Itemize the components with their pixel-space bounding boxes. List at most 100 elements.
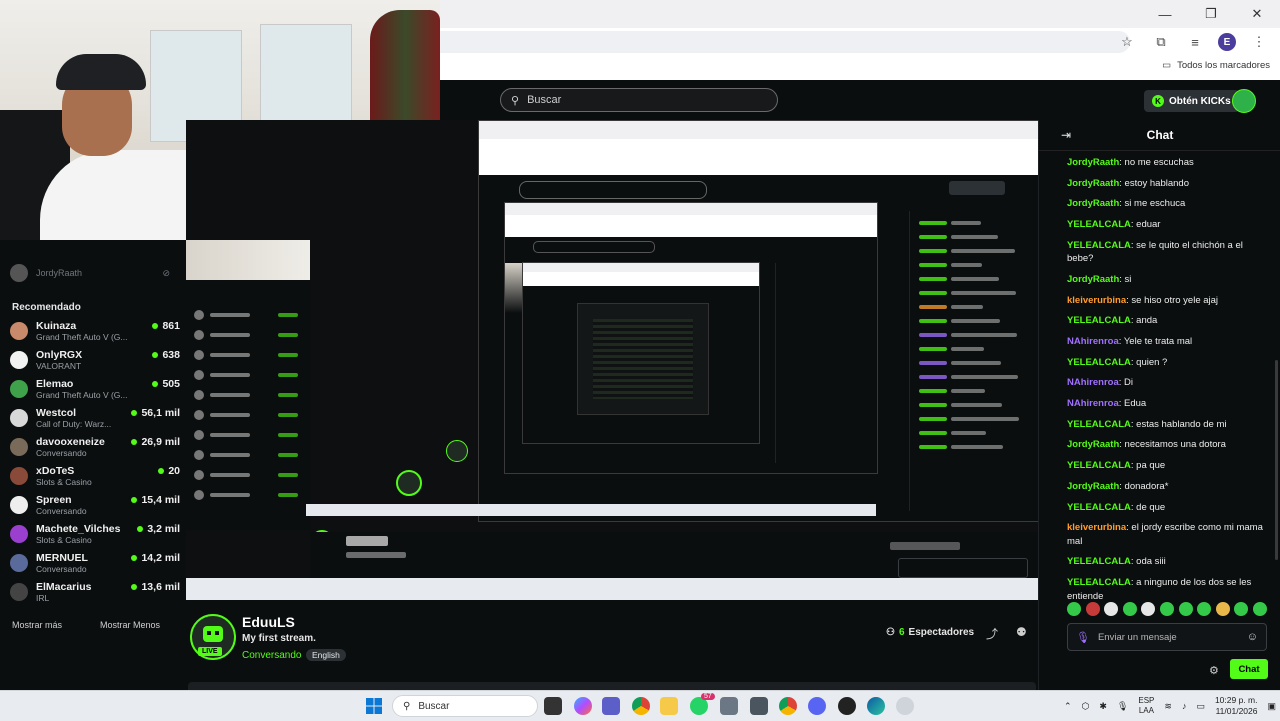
network-app-icon[interactable]: ⬡	[1082, 701, 1090, 712]
close-icon[interactable]: ✕	[1234, 0, 1280, 28]
channel-viewers: 20	[158, 465, 180, 477]
edge-icon[interactable]	[867, 697, 885, 715]
stream-category[interactable]: Conversando	[242, 650, 301, 661]
all-bookmarks[interactable]: ▭ Todos los marcadores	[1162, 60, 1270, 71]
url-field[interactable]	[440, 31, 1130, 53]
chat-input[interactable]: 🎙 Enviar un mensaje ☺	[1067, 623, 1267, 651]
clock[interactable]: 10:29 p. m. 11/01/2026	[1215, 695, 1258, 717]
star-icon[interactable]: ☆	[1116, 32, 1138, 52]
media-icon[interactable]: ≡	[1184, 32, 1206, 52]
restore-icon[interactable]: ❐	[1188, 0, 1234, 28]
get-kicks-button[interactable]: K Obtén KICKs	[1144, 90, 1239, 112]
emoji-icon[interactable]: ☺	[1247, 631, 1258, 643]
sidebar-channel[interactable]: Westcol Call of Duty: Warz... 56,1 mil	[10, 407, 180, 433]
emote-icon[interactable]	[1085, 602, 1100, 616]
live-dot-icon	[131, 584, 138, 590]
chat-scrollbar[interactable]	[1275, 360, 1278, 560]
settings-icon[interactable]	[896, 697, 914, 715]
show-more-link[interactable]: Mostrar más	[12, 620, 62, 630]
chat-username[interactable]: YELEALCALA	[1067, 315, 1131, 326]
emote-icon[interactable]	[1252, 602, 1267, 616]
sidebar-channel[interactable]: OnlyRGX VALORANT 638	[10, 349, 180, 375]
chat-username[interactable]: JordyRaath	[1067, 481, 1119, 492]
sidebar-channel[interactable]: Kuinaza Grand Theft Auto V (G... 861	[10, 320, 180, 346]
chat-username[interactable]: YELEALCALA	[1067, 357, 1131, 368]
channel-text: Westcol Call of Duty: Warz...	[36, 407, 131, 429]
user-add-icon[interactable]: ⚉	[1016, 625, 1027, 639]
extensions-icon[interactable]: ⧉	[1150, 32, 1172, 52]
windows-start-icon[interactable]	[366, 698, 382, 714]
volume-icon[interactable]: ♪	[1182, 701, 1187, 711]
language-indicator[interactable]: ESP LAA	[1138, 696, 1154, 716]
chrome-active-icon[interactable]	[779, 697, 797, 715]
stream-video[interactable]	[186, 120, 1038, 600]
teams-icon[interactable]	[602, 697, 620, 715]
microphone-icon[interactable]: 🎙	[1076, 631, 1090, 644]
obs-icon[interactable]	[838, 697, 856, 715]
sidebar-channel[interactable]: xDoTeS Slots & Casino 20	[10, 465, 180, 491]
emote-icon[interactable]	[1141, 602, 1156, 616]
file-explorer-icon[interactable]	[660, 697, 678, 715]
emote-icon[interactable]	[1234, 602, 1249, 616]
chat-username[interactable]: JordyRaath	[1067, 178, 1119, 189]
notifications-icon[interactable]: ▣	[1267, 701, 1276, 712]
emote-icon[interactable]	[1122, 602, 1137, 616]
chat-username[interactable]: YELEALCALA	[1067, 240, 1131, 251]
show-less-link[interactable]: Mostrar Menos	[100, 620, 160, 630]
emote-icon[interactable]	[1159, 602, 1174, 616]
microphone-tray-icon[interactable]: 🎙	[1117, 701, 1128, 712]
discord-icon[interactable]	[808, 697, 826, 715]
chat-username[interactable]: kleiverurbina	[1067, 295, 1126, 306]
followed-item[interactable]: JordyRaath ⊘	[10, 264, 170, 282]
streamer-name[interactable]: EduuLS	[242, 614, 295, 630]
taskbar-search[interactable]: ⚲ Buscar	[392, 695, 538, 717]
chat-username[interactable]: NAhirenroa	[1067, 377, 1119, 388]
gear-icon[interactable]: ⚙	[1209, 664, 1219, 677]
battery-icon[interactable]: ▭	[1196, 701, 1205, 712]
task-view-icon[interactable]	[544, 697, 562, 715]
sidebar-channel[interactable]: Elemao Grand Theft Auto V (G... 505	[10, 378, 180, 404]
emote-icon[interactable]	[1067, 602, 1081, 616]
taskbar-search-placeholder: Buscar	[418, 700, 450, 712]
send-chat-button[interactable]: Chat	[1230, 659, 1268, 679]
chat-message: YELEALCALA: se le quito el chichón a el …	[1067, 239, 1267, 266]
chat-username[interactable]: YELEALCALA	[1067, 556, 1131, 567]
emote-icon[interactable]	[1178, 602, 1193, 616]
minimize-icon[interactable]: —	[1142, 0, 1188, 28]
chevron-up-icon[interactable]: ⌃	[1064, 701, 1072, 712]
sidebar-channel[interactable]: Spreen Conversando 15,4 mil	[10, 494, 180, 520]
language-tag[interactable]: English	[306, 649, 346, 661]
sidebar-channel[interactable]: Machete_Vilches Slots & Casino 3,2 mil	[10, 523, 180, 549]
copilot-icon[interactable]	[574, 697, 592, 715]
search-input[interactable]: ⚲ Buscar	[500, 88, 778, 112]
chat-username[interactable]: YELEALCALA	[1067, 502, 1131, 513]
user-avatar[interactable]	[1232, 89, 1256, 113]
chat-username[interactable]: JordyRaath	[1067, 198, 1119, 209]
wifi-icon[interactable]: ≋	[1164, 701, 1172, 712]
chat-username[interactable]: JordyRaath	[1067, 439, 1119, 450]
chat-username[interactable]: NAhirenroa	[1067, 336, 1119, 347]
sidebar-channel[interactable]: MERNUEL Conversando 14,2 mil	[10, 552, 180, 578]
menu-icon[interactable]: ⋮	[1248, 32, 1270, 52]
chat-username[interactable]: JordyRaath	[1067, 274, 1119, 285]
chat-username[interactable]: kleiverurbina	[1067, 522, 1126, 533]
chat-username[interactable]: YELEALCALA	[1067, 419, 1131, 430]
snipping-tool-icon[interactable]	[720, 697, 738, 715]
chat-username[interactable]: YELEALCALA	[1067, 460, 1131, 471]
chat-username[interactable]: NAhirenroa	[1067, 398, 1119, 409]
bluetooth-icon[interactable]: ✱	[1099, 701, 1107, 712]
chat-username[interactable]: YELEALCALA	[1067, 577, 1131, 588]
emote-icon[interactable]	[1197, 602, 1212, 616]
emote-icon[interactable]	[1104, 602, 1119, 616]
calculator-icon[interactable]	[750, 697, 768, 715]
chat-message: JordyRaath: no me escuchas	[1067, 156, 1267, 170]
chrome-icon[interactable]	[632, 697, 650, 715]
sidebar-channel[interactable]: davooxeneize Conversando 26,9 mil	[10, 436, 180, 462]
share-icon[interactable]: ⤴	[986, 625, 998, 642]
sidebar-channel[interactable]: ElMacarius IRL 13,6 mil	[10, 581, 180, 607]
chat-username[interactable]: JordyRaath	[1067, 157, 1119, 168]
avatar	[10, 496, 28, 514]
emote-icon[interactable]	[1215, 602, 1230, 616]
chat-username[interactable]: YELEALCALA	[1067, 219, 1131, 230]
profile-avatar[interactable]: E	[1218, 33, 1236, 51]
